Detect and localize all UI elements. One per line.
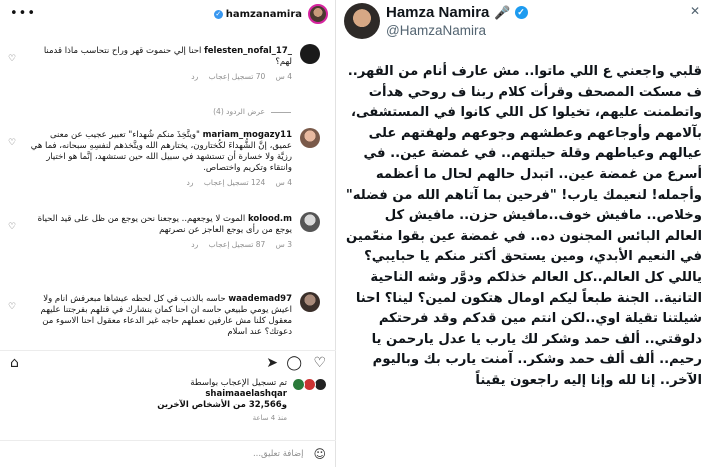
post-header: hamzanamira ✓ ••• xyxy=(0,0,336,28)
more-dots-icon[interactable]: ••• xyxy=(10,6,36,21)
tweet-panel: Hamza Namira 🎤 ✓ @HamzaNamira ✕ قلبي واج… xyxy=(336,0,710,467)
heart-icon[interactable]: ♡ xyxy=(8,54,16,64)
tweet-avatar[interactable] xyxy=(344,3,380,39)
post-time: منذ 4 ساعة xyxy=(252,414,287,422)
comment-likes[interactable]: 87 تسجيل إعجاب xyxy=(209,240,266,249)
author-name[interactable]: Hamza Namira xyxy=(386,4,489,21)
heart-icon[interactable]: ♡ xyxy=(8,138,16,148)
post-username[interactable]: hamzanamira xyxy=(226,9,302,20)
close-icon[interactable]: ✕ xyxy=(690,4,700,18)
comment-avatar[interactable] xyxy=(300,292,320,312)
likes-count[interactable]: و32,566 من الأشخاص الآخرين xyxy=(7,400,287,411)
heart-icon[interactable]: ♡ xyxy=(8,302,16,312)
emoji-icon[interactable]: ☺ xyxy=(313,447,326,461)
heart-icon[interactable]: ♡ xyxy=(8,222,16,232)
instagram-panel: hamzanamira ✓ ••• felesten_nofal_17_ احن… xyxy=(0,0,336,467)
microphone-icon: 🎤 xyxy=(494,4,511,20)
bookmark-icon[interactable]: ⌂ xyxy=(10,355,19,371)
comment-username[interactable]: felesten_nofal_17_ xyxy=(204,46,292,56)
comment-item: waademad97 حاسه بالذنب في كل لحظه عيشاها… xyxy=(0,292,336,344)
comment-avatar[interactable] xyxy=(300,212,320,232)
comment-time: 3 س xyxy=(275,240,292,249)
comment-icon[interactable]: ◯ xyxy=(286,355,302,371)
share-icon[interactable]: ➤ xyxy=(266,355,278,371)
reply-button[interactable]: رد xyxy=(191,72,198,81)
likers-avatars[interactable] xyxy=(291,378,327,392)
verified-badge-icon: ✓ xyxy=(213,9,223,19)
heart-icon[interactable]: ♡ xyxy=(313,355,326,371)
avatar xyxy=(292,378,305,391)
comment-username[interactable]: mariam_mogazy11 xyxy=(203,130,292,140)
tweet-author[interactable]: Hamza Namira 🎤 ✓ xyxy=(386,4,528,21)
likes-summary: تم تسجيل الإعجاب بواسطة shaimaaelashqar … xyxy=(7,378,327,424)
comment-input[interactable]: إضافة تعليق... xyxy=(253,449,304,459)
reply-button[interactable]: رد xyxy=(191,240,198,249)
comment-username[interactable]: kolood.m xyxy=(248,214,292,224)
verified-badge-icon: ✓ xyxy=(514,6,528,19)
comment-likes[interactable]: 70 تسجيل إعجاب xyxy=(209,72,266,81)
comment-avatar[interactable] xyxy=(300,44,320,64)
comment-time: 4 س xyxy=(275,178,292,187)
post-action-bar: ♡ ◯ ➤ ⌂ xyxy=(0,350,336,374)
author-handle[interactable]: @HamzaNamira xyxy=(386,23,486,38)
comment-username[interactable]: waademad97 xyxy=(228,294,292,304)
divider xyxy=(271,111,291,113)
add-comment-bar[interactable]: ☺ إضافة تعليق... xyxy=(0,440,336,467)
comment-meta: 4 س 124 تسجيل إعجاب رد xyxy=(30,177,292,188)
view-replies-button[interactable]: عرض الردود (4) xyxy=(213,107,291,116)
comment-meta: 4 س 70 تسجيل إعجاب رد xyxy=(30,71,292,82)
comment-avatar[interactable] xyxy=(300,128,320,148)
reply-button[interactable]: رد xyxy=(187,178,194,187)
profile-avatar[interactable] xyxy=(308,4,328,24)
tweet-body: قلبي واجعني ع اللي ماتوا.. مش عارف أنام … xyxy=(345,64,702,388)
comment-time: 4 س xyxy=(275,72,292,81)
comment-meta: 3 س 87 تسجيل إعجاب رد xyxy=(30,239,292,250)
liker-username[interactable]: shaimaaelashqar xyxy=(7,389,287,400)
comment-likes[interactable]: 124 تسجيل إعجاب xyxy=(204,178,265,187)
likes-prefix: تم تسجيل الإعجاب بواسطة xyxy=(190,378,287,388)
